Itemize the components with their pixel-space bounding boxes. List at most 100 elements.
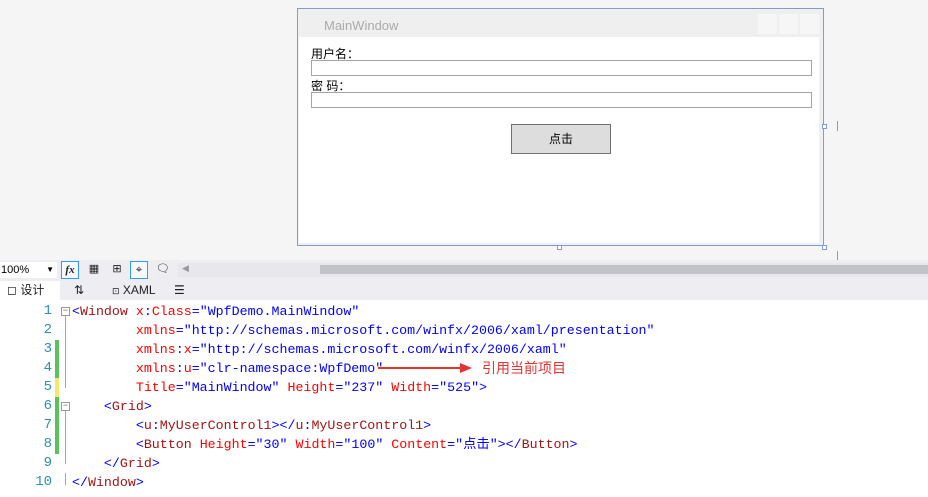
code-token: xmlns — [72, 361, 176, 376]
code-token: : — [151, 418, 160, 433]
scroll-left-icon[interactable]: ◀ — [182, 263, 189, 274]
tab-design[interactable]: ◻ 设计 — [0, 281, 60, 300]
code-token: clr-namespace:WpfDemo — [207, 361, 376, 376]
tab-xaml[interactable]: ⊡ XAML — [112, 281, 156, 300]
code-token: < — [72, 437, 144, 452]
fold-toggle-icon[interactable]: − — [61, 402, 70, 411]
design-surface[interactable]: MainWindow 用户名： 密 码： 点击 — [0, 0, 928, 261]
code-token: xmlns — [72, 342, 176, 357]
resize-handle-right[interactable] — [822, 124, 827, 129]
code-token: u — [183, 361, 192, 376]
code-line[interactable]: <Button Height="30" Width="100" Content=… — [72, 435, 578, 454]
fold-guide — [65, 316, 66, 388]
ruler-tick — [837, 121, 838, 131]
annotation-text: 引用当前项目 — [482, 360, 566, 376]
window-client: 用户名： 密 码： 点击 — [299, 37, 819, 243]
resize-handle-corner[interactable] — [822, 245, 827, 250]
code-token: Button — [143, 437, 192, 452]
horizontal-scrollbar[interactable]: ◀ — [178, 263, 928, 277]
code-token: u — [143, 418, 152, 433]
line-number: 3 — [43, 341, 52, 357]
code-line[interactable]: </Grid> — [72, 454, 160, 473]
code-token: =" — [191, 342, 208, 357]
code-token: http://schemas.microsoft.com/winfx/2006/… — [207, 342, 559, 357]
maximize-button — [779, 14, 798, 34]
design-icon: ◻ — [7, 283, 17, 297]
code-token: 点击 — [463, 437, 490, 452]
line-number: 5 — [43, 379, 52, 395]
code-token: < — [72, 304, 80, 319]
code-token: : — [175, 361, 184, 376]
xaml-editor[interactable]: 1− <Window x:Class="WpfDemo.MainWindow" 2 … — [0, 300, 928, 497]
code-token: =" — [191, 361, 208, 376]
zoom-value: 100% — [1, 264, 30, 276]
code-token: Window — [87, 475, 136, 490]
code-token: =" — [431, 380, 448, 395]
code-token: =" — [247, 437, 264, 452]
code-token: =" — [191, 304, 208, 319]
code-line[interactable]: </Window> — [72, 473, 144, 492]
code-token: x — [127, 304, 144, 319]
code-line[interactable]: Title="MainWindow" Height="237" Width="5… — [72, 378, 487, 397]
code-token: > — [135, 475, 144, 490]
code-token: "></ — [489, 437, 522, 452]
code-token: > — [423, 418, 432, 433]
code-token: Width — [383, 380, 432, 395]
change-marker — [55, 416, 59, 435]
code-line[interactable]: xmlns="http://schemas.microsoft.com/winf… — [72, 321, 655, 340]
line-number: 8 — [43, 436, 52, 452]
code-token: Grid — [119, 456, 152, 471]
code-token: : — [175, 342, 184, 357]
code-token: Grid — [111, 399, 144, 414]
code-token: Title — [72, 380, 176, 395]
snap-lines-icon[interactable]: ⌖ — [130, 261, 148, 279]
code-token: 237 — [351, 380, 376, 395]
username-input[interactable] — [311, 60, 812, 76]
code-token: =" — [335, 380, 352, 395]
code-token: xmlns — [72, 323, 176, 338]
code-token: Button — [521, 437, 570, 452]
change-marker — [55, 340, 59, 359]
code-token: Height — [279, 380, 336, 395]
code-line[interactable]: <Window x:Class="WpfDemo.MainWindow" — [72, 302, 359, 321]
comment-icon[interactable]: 🗨 — [154, 261, 172, 279]
code-token: Window — [79, 304, 128, 319]
password-input[interactable] — [311, 92, 812, 108]
code-token: "> — [471, 380, 488, 395]
view-tabs: ◻ 设计 ⇅ ⊡ XAML ☰ — [0, 280, 928, 300]
code-token: 525 — [447, 380, 472, 395]
code-token: 30 — [263, 437, 280, 452]
change-marker — [55, 397, 59, 416]
click-button[interactable]: 点击 — [511, 124, 611, 154]
line-number: 4 — [43, 360, 52, 376]
xaml-icon: ⊡ — [112, 286, 120, 296]
snap-grid-icon[interactable]: ⊞ — [108, 261, 126, 279]
code-token: http://schemas.microsoft.com/winfx/2006/… — [191, 323, 647, 338]
code-token: " — [558, 342, 567, 357]
fold-toggle-icon[interactable]: − — [61, 307, 70, 316]
collapse-pane-icon[interactable]: ☰ — [174, 281, 185, 300]
code-token: Class — [151, 304, 192, 319]
code-token: : — [143, 304, 152, 319]
zoom-select[interactable]: 100% ▼ — [0, 262, 57, 278]
line-number: 6 — [43, 398, 52, 414]
fold-guide — [65, 473, 66, 485]
change-marker — [55, 378, 59, 397]
fx-toggle[interactable]: fx — [61, 261, 79, 279]
code-line[interactable]: xmlns:x="http://schemas.microsoft.com/wi… — [72, 340, 567, 359]
code-token: > — [151, 456, 160, 471]
change-marker — [55, 435, 59, 454]
swap-panes-button[interactable]: ⇅ — [74, 281, 84, 300]
window-titlebar: MainWindow — [299, 10, 819, 37]
tab-xaml-label: XAML — [122, 283, 156, 297]
resize-handle-bottom[interactable] — [557, 245, 562, 250]
scrollbar-thumb[interactable] — [320, 265, 928, 274]
code-token: MainWindow — [191, 380, 272, 395]
code-line[interactable]: <u:MyUserControl1></u:MyUserControl1> — [72, 416, 431, 435]
code-token: =" — [447, 437, 464, 452]
grid-icon[interactable]: ▦ — [85, 261, 103, 279]
code-line[interactable]: xmlns:u="clr-namespace:WpfDemo" — [72, 359, 383, 378]
code-line[interactable]: <Grid> — [72, 397, 152, 416]
window-preview[interactable]: MainWindow 用户名： 密 码： 点击 — [297, 8, 824, 246]
code-token: > — [569, 437, 578, 452]
